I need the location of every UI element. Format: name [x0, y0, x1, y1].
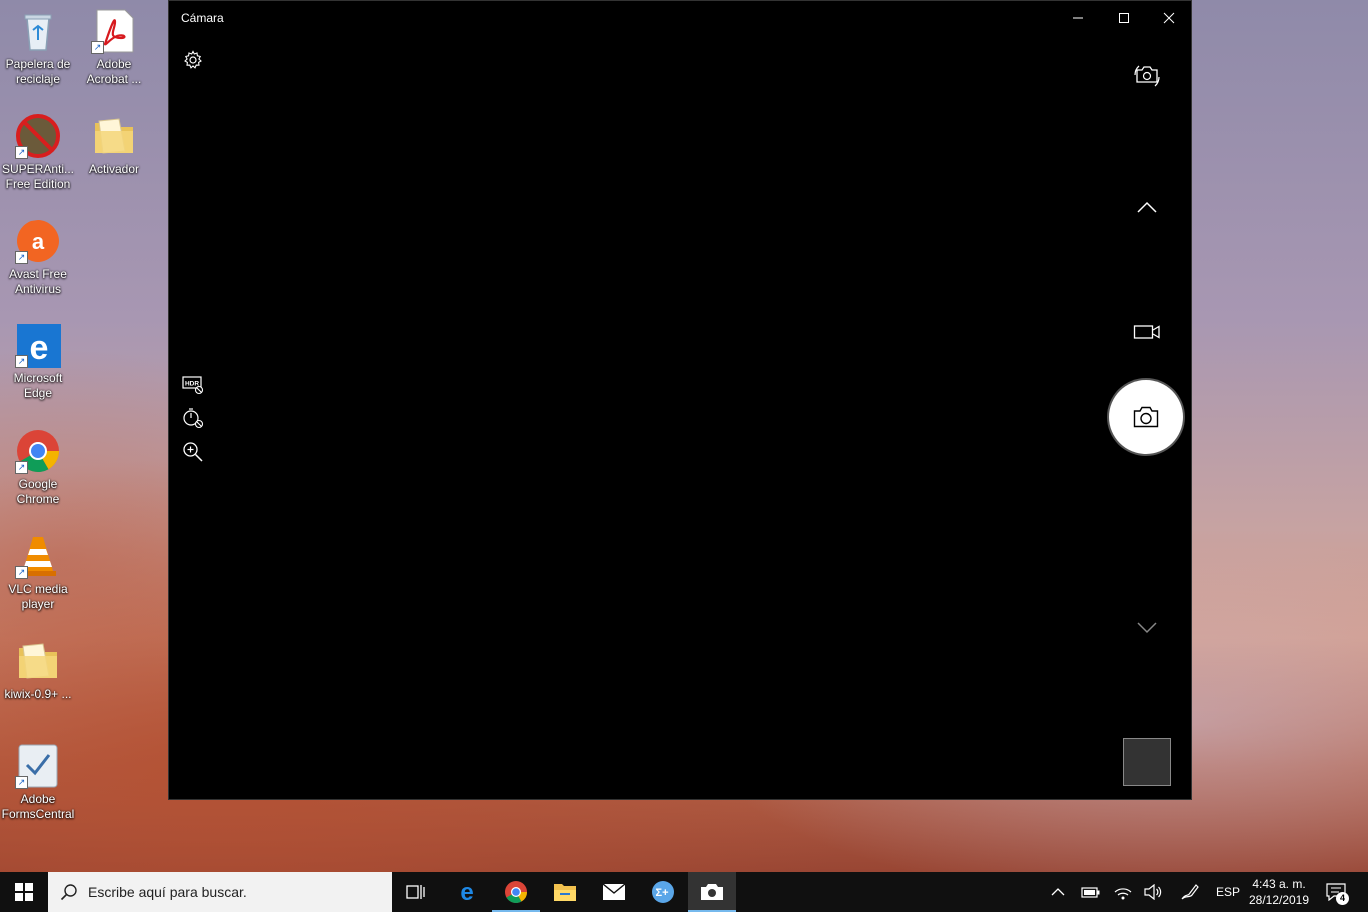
desktop-icon-label: Google Chrome — [16, 477, 60, 506]
folder-icon — [15, 638, 61, 684]
clock-time: 4:43 a. m. — [1252, 877, 1306, 891]
timer-off-icon — [183, 408, 204, 429]
calculator-app-icon: Σ+ — [652, 881, 674, 903]
video-mode-icon — [1133, 325, 1160, 339]
chrome-icon: ↗ — [15, 428, 61, 474]
wifi-icon — [1114, 888, 1132, 900]
scroll-down-button[interactable] — [1136, 620, 1158, 639]
chrome-icon — [505, 881, 527, 903]
search-icon — [60, 884, 77, 901]
file-explorer-icon — [554, 884, 576, 901]
desktop-icon-vlc[interactable]: ↗ VLC media player — [0, 533, 76, 612]
adobe-acrobat-icon: ↗ — [91, 8, 137, 54]
desktop-icon-avast[interactable]: a ↗ Avast Free Antivirus — [0, 218, 76, 297]
folder-icon — [91, 113, 137, 159]
desktop-icon-adobe-formscentral[interactable]: ↗ Adobe FormsCentral — [0, 743, 76, 822]
chevron-down-icon — [1137, 622, 1157, 634]
hdr-toggle[interactable]: HDR — [182, 375, 204, 400]
notification-count-badge: 4 — [1336, 892, 1349, 905]
close-icon — [1163, 12, 1175, 24]
hdr-off-icon: HDR — [182, 376, 204, 395]
recycle-bin-icon — [15, 8, 61, 54]
camera-app-window: Cámara HDR — [168, 0, 1192, 800]
task-view-icon — [406, 885, 425, 899]
desktop-icon-label: VLC media player — [8, 582, 68, 611]
desktop-icon-label: Activador — [88, 162, 140, 176]
windows-logo-icon — [15, 883, 33, 901]
desktop-icon-superantispyware[interactable]: ↗ SUPERAnti... Free Edition — [0, 113, 76, 192]
mail-icon — [602, 883, 626, 900]
pen-workspace-button[interactable] — [1176, 872, 1204, 912]
chevron-up-icon — [1051, 888, 1065, 896]
svg-text:a: a — [32, 229, 45, 254]
switch-camera-button[interactable] — [1133, 62, 1161, 93]
desktop-icon-recycle-bin[interactable]: Papelera de reciclaje — [0, 8, 76, 87]
zoom-button[interactable] — [182, 441, 204, 468]
taskbar-chrome[interactable] — [492, 872, 540, 912]
clock-date: 28/12/2019 — [1248, 893, 1310, 907]
edge-icon: e ↗ — [15, 322, 63, 370]
desktop-icon-adobe-acrobat[interactable]: ↗ Adobe Acrobat ... — [76, 8, 152, 87]
vlc-icon: ↗ — [15, 533, 61, 579]
taskbar-search-box[interactable]: Escribe aquí para buscar. — [48, 872, 392, 912]
task-view-button[interactable] — [392, 872, 440, 912]
forms-central-icon: ↗ — [15, 743, 61, 789]
zoom-icon — [183, 442, 203, 462]
video-mode-button[interactable] — [1133, 323, 1161, 346]
search-placeholder: Escribe aquí para buscar. — [88, 884, 247, 900]
volume-icon — [1144, 884, 1162, 900]
settings-icon — [184, 50, 202, 69]
taskbar: Escribe aquí para buscar. e Σ+ ESP 4:43 … — [0, 872, 1368, 912]
volume-indicator[interactable] — [1140, 872, 1166, 912]
window-title: Cámara — [181, 11, 224, 25]
battery-icon — [1081, 887, 1100, 898]
desktop-icon-label: Microsoft Edge — [13, 371, 63, 400]
chevron-up-icon — [1137, 201, 1157, 213]
show-hidden-icons-button[interactable] — [1046, 872, 1070, 912]
take-photo-button[interactable] — [1111, 382, 1181, 452]
camera-app-icon — [701, 884, 723, 900]
desktop-icon-activador-folder[interactable]: Activador — [76, 113, 152, 177]
svg-text:e: e — [460, 880, 473, 904]
window-titlebar[interactable]: Cámara — [169, 1, 1191, 35]
desktop-icon-label: Papelera de reciclaje — [5, 57, 71, 86]
settings-button[interactable] — [183, 50, 203, 75]
desktop-icon-label: Avast Free Antivirus — [9, 267, 67, 296]
maximize-button[interactable] — [1101, 1, 1147, 35]
taskbar-calculator-app[interactable]: Σ+ — [639, 872, 687, 912]
battery-indicator[interactable] — [1078, 872, 1104, 912]
edge-icon: e — [460, 880, 473, 904]
desktop-icon-kiwix-folder[interactable]: kiwix-0.9+ ... — [0, 638, 76, 702]
system-clock[interactable]: 4:43 a. m. 28/12/2019 — [1246, 876, 1312, 908]
avast-icon: a ↗ — [15, 218, 61, 264]
desktop-icon-microsoft-edge[interactable]: e ↗ Microsoft Edge — [0, 322, 76, 401]
scroll-up-button[interactable] — [1136, 200, 1158, 219]
start-button[interactable] — [0, 872, 48, 912]
network-indicator[interactable] — [1110, 872, 1136, 912]
pen-icon — [1181, 884, 1199, 900]
close-button[interactable] — [1146, 1, 1192, 35]
svg-text:e: e — [30, 329, 49, 367]
svg-text:Σ+: Σ+ — [655, 887, 668, 899]
switch-camera-icon — [1134, 65, 1160, 87]
desktop-icon-google-chrome[interactable]: ↗ Google Chrome — [0, 428, 76, 507]
input-language[interactable]: ESP — [1216, 885, 1240, 899]
desktop-icon-label: SUPERAnti... Free Edition — [1, 162, 75, 191]
last-capture-thumbnail[interactable] — [1123, 738, 1171, 786]
taskbar-camera-app[interactable] — [688, 872, 736, 912]
photo-capture-icon — [1133, 406, 1159, 428]
desktop-icon-label: Adobe Acrobat ... — [86, 57, 142, 86]
superantispyware-icon: ↗ — [15, 113, 61, 159]
timer-toggle[interactable] — [182, 407, 204, 434]
taskbar-file-explorer[interactable] — [541, 872, 589, 912]
maximize-icon — [1119, 13, 1129, 23]
taskbar-mail[interactable] — [590, 872, 638, 912]
minimize-icon — [1073, 17, 1083, 19]
taskbar-edge[interactable]: e — [443, 872, 491, 912]
desktop-icon-label: Adobe FormsCentral — [1, 792, 75, 821]
desktop-icon-label: kiwix-0.9+ ... — [4, 687, 72, 701]
minimize-button[interactable] — [1055, 1, 1101, 35]
